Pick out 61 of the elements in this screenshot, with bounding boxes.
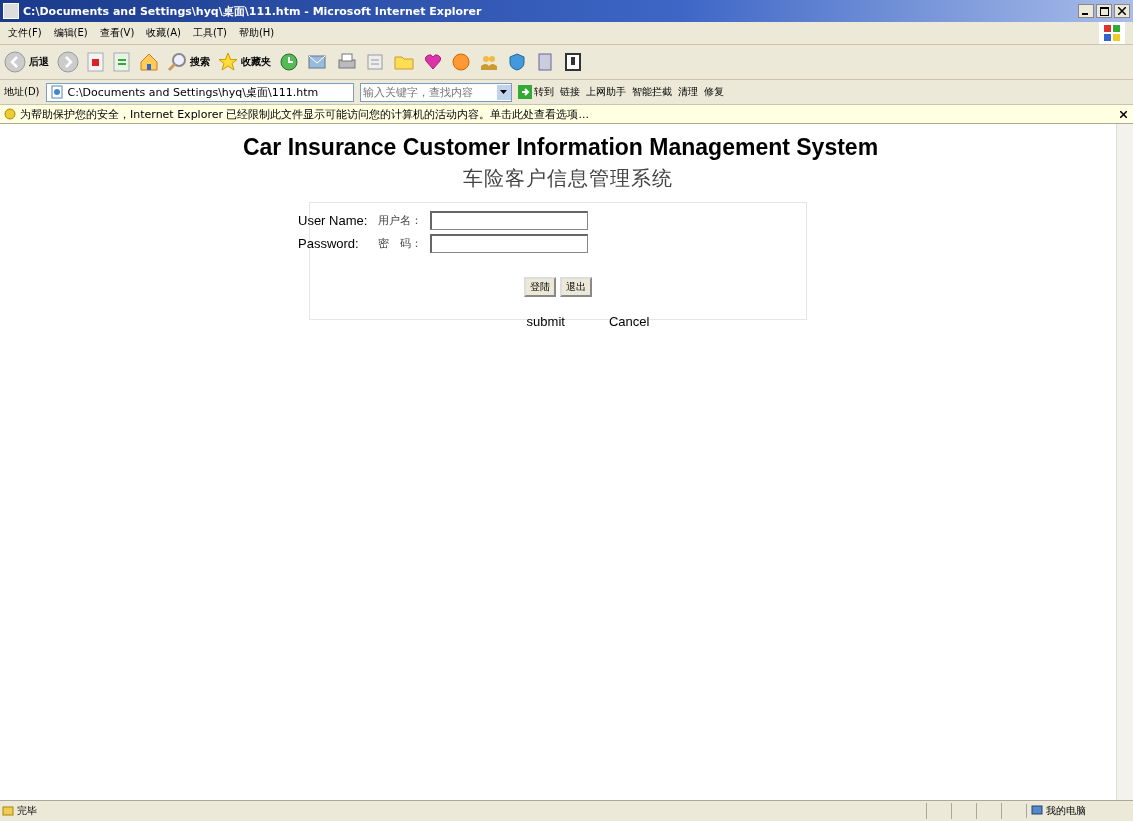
menu-item[interactable]: 工具(T) (193, 26, 227, 40)
window-icon[interactable] (563, 52, 583, 72)
close-icon (1118, 7, 1126, 15)
minimize-button[interactable] (1078, 4, 1094, 18)
input-field[interactable] (430, 234, 588, 253)
field-label: 密 码： (378, 236, 423, 251)
status-text: 完毕 (2, 804, 37, 818)
vertical-scrollbar[interactable] (1116, 124, 1133, 800)
arrow-icon (517, 85, 532, 99)
form-button[interactable]: 登陆 (524, 277, 556, 297)
page-title: Car Insurance Customer Information Management System (242, 134, 879, 161)
form-button[interactable]: 退出 (560, 277, 592, 297)
stop-icon[interactable] (87, 52, 105, 72)
page-subtitle: 车险客户信息管理系统 (463, 165, 673, 192)
toolbar-link[interactable]: 清理 (677, 85, 698, 99)
input-field[interactable] (430, 211, 588, 230)
go-button[interactable]: 转到 (517, 85, 554, 99)
close-button[interactable] (1114, 4, 1130, 18)
forward-button[interactable] (57, 51, 79, 73)
shield-icon[interactable] (507, 52, 527, 72)
dropdown-arrow-icon[interactable] (500, 90, 507, 94)
close-button[interactable] (1118, 110, 1129, 118)
menu-item[interactable]: 编辑(E) (53, 26, 88, 40)
maximize-button[interactable] (1096, 4, 1112, 18)
search-field[interactable]: 输入关键字，查找内容 (359, 82, 512, 102)
field-label: 用户名： (378, 213, 423, 228)
security-zone: 我的电脑 (1026, 804, 1131, 818)
address-field[interactable]: C:\Documents and Settings\hyq\桌面\111.htm (45, 82, 354, 102)
address-label: 地址(D) (4, 85, 40, 99)
button-caption: submit (526, 314, 565, 329)
menu-item[interactable]: 查看(V) (99, 26, 135, 40)
history-icon[interactable] (279, 52, 299, 72)
back-button[interactable]: 后退 (4, 51, 49, 73)
toolbar-link[interactable]: 智能拦截 (631, 85, 672, 99)
search-icon (167, 52, 187, 72)
menu-item[interactable]: 收藏(A) (146, 26, 181, 40)
computer-icon (1031, 805, 1043, 817)
shield-warning-icon (4, 108, 16, 120)
information-bar[interactable]: 为帮助保护您的安全，Internet Explorer 已经限制此文件显示可能访问您的计算机的活动内容。单击此处查看选项... (0, 105, 1133, 124)
heart-icon[interactable] (423, 52, 443, 72)
links-button[interactable]: 链接 (559, 85, 580, 99)
toolbar-link[interactable]: 上网助手 (585, 85, 626, 99)
field-label: Password: (298, 236, 360, 251)
star-icon (218, 52, 238, 72)
toolbar-link[interactable]: 修复 (703, 85, 724, 99)
document-icon[interactable] (535, 52, 555, 72)
windows-flag-icon (1099, 22, 1125, 44)
menu-item[interactable]: 文件(F) (8, 26, 42, 40)
printer-icon[interactable] (337, 52, 357, 72)
close-icon (1120, 110, 1127, 118)
maximize-icon (1099, 6, 1109, 16)
window-title: C:\Documents and Settings\hyq\桌面\111.htm - Microsoft Internet Explorer (23, 3, 482, 19)
favorites-button[interactable]: 收藏夹 (218, 52, 271, 72)
field-label: User Name: (298, 213, 369, 228)
search-button[interactable]: 搜索 (167, 52, 210, 72)
browser-icon (3, 3, 19, 19)
home-icon[interactable] (139, 52, 159, 72)
menu-item[interactable]: 帮助(H) (238, 26, 275, 40)
security-message: 为帮助保护您的安全，Internet Explorer 已经限制此文件显示可能访问您的计算机的活动内容。单击此处查看选项... (20, 106, 589, 122)
button-caption: Cancel (608, 314, 650, 329)
mail-icon[interactable] (307, 52, 329, 72)
